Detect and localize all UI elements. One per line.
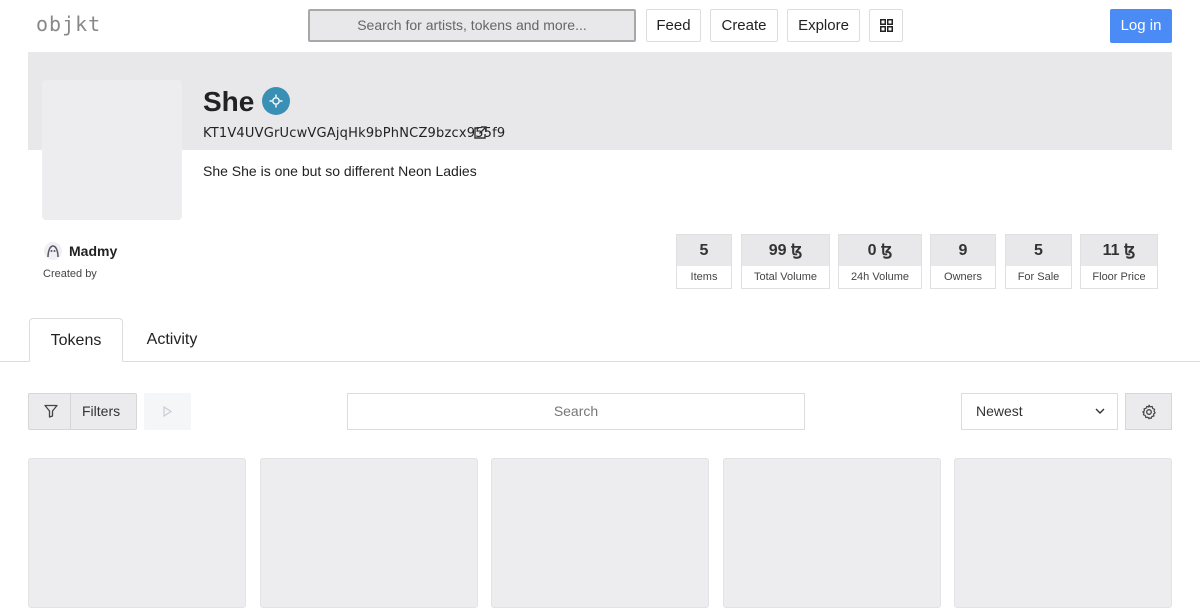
collection-avatar <box>42 80 182 220</box>
gear-icon <box>1142 404 1156 420</box>
apps-grid-button[interactable] <box>869 9 903 42</box>
stat-value: 11 <box>1102 242 1120 259</box>
explore-button[interactable]: Explore <box>787 9 860 42</box>
sort-selected-value: Newest <box>976 403 1023 419</box>
grid-icon <box>880 19 893 32</box>
feed-button[interactable]: Feed <box>646 9 701 42</box>
tez-icon: ꜩ <box>1124 242 1136 259</box>
global-search-input[interactable]: Search for artists, tokens and more... <box>308 9 636 42</box>
settings-button[interactable] <box>1125 393 1172 430</box>
stat-value: 9 <box>958 242 968 259</box>
tab-tokens[interactable]: Tokens <box>29 318 123 362</box>
tab-activity[interactable]: Activity <box>130 318 214 362</box>
create-button[interactable]: Create <box>710 9 778 42</box>
objkt-logo[interactable]: objkt <box>36 12 101 36</box>
stat-for-sale: 5 For Sale <box>1005 234 1072 289</box>
login-button[interactable]: Log in <box>1110 9 1172 43</box>
token-card[interactable] <box>28 458 246 608</box>
stat-label: Items <box>690 271 718 283</box>
token-card[interactable] <box>491 458 709 608</box>
stat-label: 24h Volume <box>850 271 910 283</box>
collection-description: She She is one but so different Neon Lad… <box>203 163 477 179</box>
filter-icon <box>44 404 58 418</box>
stat-value: 5 <box>699 242 709 259</box>
stat-total-volume: 99 ꜩ Total Volume <box>741 234 830 289</box>
filters-button[interactable]: Filters <box>28 393 137 430</box>
stat-label: Owners <box>944 271 982 283</box>
play-icon <box>163 406 172 417</box>
external-link-icon[interactable] <box>473 126 487 140</box>
contract-address[interactable]: KT1V4UVGrUcwVGAjqHk9bPhNCZ9bzcx955f9 <box>203 126 505 141</box>
stat-owners: 9 Owners <box>930 234 996 289</box>
filter-icon-wrap <box>29 394 71 429</box>
creator-avatar[interactable] <box>44 242 62 260</box>
chevron-down-icon <box>1095 408 1105 414</box>
stat-value: 5 <box>1034 242 1043 259</box>
filters-label: Filters <box>82 403 121 419</box>
stat-label: For Sale <box>1017 271 1060 283</box>
token-search-input[interactable]: Search <box>347 393 805 430</box>
collection-banner <box>28 52 1172 150</box>
sort-select[interactable]: Newest <box>961 393 1118 430</box>
tez-icon: ꜩ <box>790 242 803 259</box>
stat-label: Floor Price <box>1092 271 1146 283</box>
stat-label: Total Volume <box>754 271 817 283</box>
token-card[interactable] <box>954 458 1172 608</box>
token-card[interactable] <box>260 458 478 608</box>
tez-icon: ꜩ <box>881 242 893 259</box>
stat-floor-price: 11 ꜩ Floor Price <box>1080 234 1158 289</box>
play-button[interactable] <box>144 393 191 430</box>
top-nav: objkt Search for artists, tokens and mor… <box>0 0 1200 52</box>
stat-items: 5 Items <box>676 234 732 289</box>
creator-name-link[interactable]: Madmy <box>69 243 117 259</box>
verified-badge <box>262 87 290 115</box>
stat-24h-volume: 0 ꜩ 24h Volume <box>838 234 922 289</box>
token-card[interactable] <box>723 458 941 608</box>
verified-icon <box>269 94 283 108</box>
stat-value: 0 <box>867 242 877 259</box>
stat-value: 99 <box>768 242 787 259</box>
created-by-label: Created by <box>43 268 97 280</box>
collection-title: She <box>203 86 255 117</box>
